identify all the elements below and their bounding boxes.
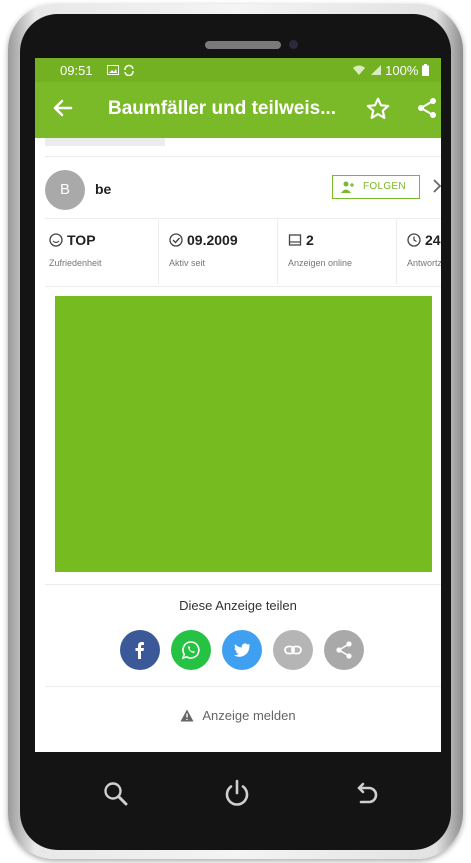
- stat-active-since: 09.2009 Aktiv seit: [169, 220, 277, 284]
- warning-icon: [180, 709, 194, 722]
- earpiece-speaker: [205, 41, 281, 49]
- back-arrow-icon[interactable]: [51, 96, 75, 120]
- stat-active-since-value: 09.2009: [169, 232, 238, 248]
- facebook-icon: [135, 642, 144, 659]
- stat-response-time-label: Antwortzeit: [407, 258, 441, 268]
- divider: [45, 218, 441, 219]
- share-icon: [336, 641, 352, 659]
- stat-ads-online: 2 Anzeigen online: [288, 220, 396, 284]
- add-person-icon: [341, 181, 354, 193]
- share-twitter-button[interactable]: [222, 630, 262, 670]
- star-icon[interactable]: [365, 96, 391, 122]
- stat-separator: [277, 220, 278, 284]
- power-icon[interactable]: [221, 778, 253, 810]
- follow-button[interactable]: FOLGEN: [332, 175, 420, 199]
- share-link-button[interactable]: [273, 630, 313, 670]
- stat-ads-online-label: Anzeigen online: [288, 258, 353, 268]
- clipped-text-line: [45, 138, 165, 146]
- stat-satisfaction-value: TOP: [49, 232, 96, 248]
- status-bar: 09:51 100%: [35, 58, 441, 82]
- divider: [45, 156, 441, 157]
- back-icon[interactable]: [350, 778, 382, 810]
- stat-satisfaction: TOP Zufriedenheit: [49, 220, 157, 284]
- check-circle-icon: [169, 233, 183, 247]
- ad-image[interactable]: [55, 296, 432, 572]
- follow-label: FOLGEN: [363, 181, 406, 192]
- whatsapp-icon: [181, 641, 200, 660]
- avatar[interactable]: B: [45, 170, 85, 210]
- battery-icon: [422, 64, 429, 76]
- front-camera: [289, 40, 298, 49]
- share-whatsapp-button[interactable]: [171, 630, 211, 670]
- page-title: Baumfäller und teilweis...: [108, 98, 337, 119]
- phone-screen: 09:51 100% Baumfäller und teilweis... B …: [35, 58, 441, 752]
- share-facebook-button[interactable]: [120, 630, 160, 670]
- stat-satisfaction-label: Zufriedenheit: [49, 258, 102, 268]
- divider: [45, 286, 441, 287]
- smiley-icon: [49, 233, 63, 247]
- wifi-icon: [352, 65, 365, 75]
- stat-ads-online-value: 2: [288, 232, 314, 248]
- chevron-right-icon[interactable]: [431, 178, 441, 194]
- battery-percent: 100%: [385, 63, 419, 78]
- ad-listing-icon: [288, 234, 302, 246]
- stat-active-since-label: Aktiv seit: [169, 258, 206, 268]
- signal-icon: [370, 65, 381, 75]
- seller-name[interactable]: be: [95, 181, 111, 197]
- stat-response-time: 24h Antwortzeit: [407, 220, 441, 284]
- stat-response-time-value: 24h: [407, 232, 441, 248]
- search-icon[interactable]: [100, 778, 132, 810]
- share-icon[interactable]: [415, 96, 439, 120]
- report-label: Anzeige melden: [202, 708, 296, 723]
- stat-separator: [158, 220, 159, 284]
- clock-icon: [407, 233, 421, 247]
- app-bar: Baumfäller und teilweis...: [35, 82, 441, 138]
- status-right: 100%: [352, 63, 429, 78]
- divider: [45, 584, 441, 585]
- report-ad-link[interactable]: Anzeige melden: [35, 708, 441, 723]
- twitter-icon: [234, 643, 250, 657]
- divider: [45, 686, 441, 687]
- link-icon: [284, 645, 302, 655]
- image-notification-icon: [107, 65, 119, 75]
- status-time: 09:51: [60, 63, 93, 78]
- share-more-button[interactable]: [324, 630, 364, 670]
- stat-separator: [396, 220, 397, 284]
- sync-notification-icon: [124, 64, 134, 76]
- share-heading: Diese Anzeige teilen: [179, 598, 297, 613]
